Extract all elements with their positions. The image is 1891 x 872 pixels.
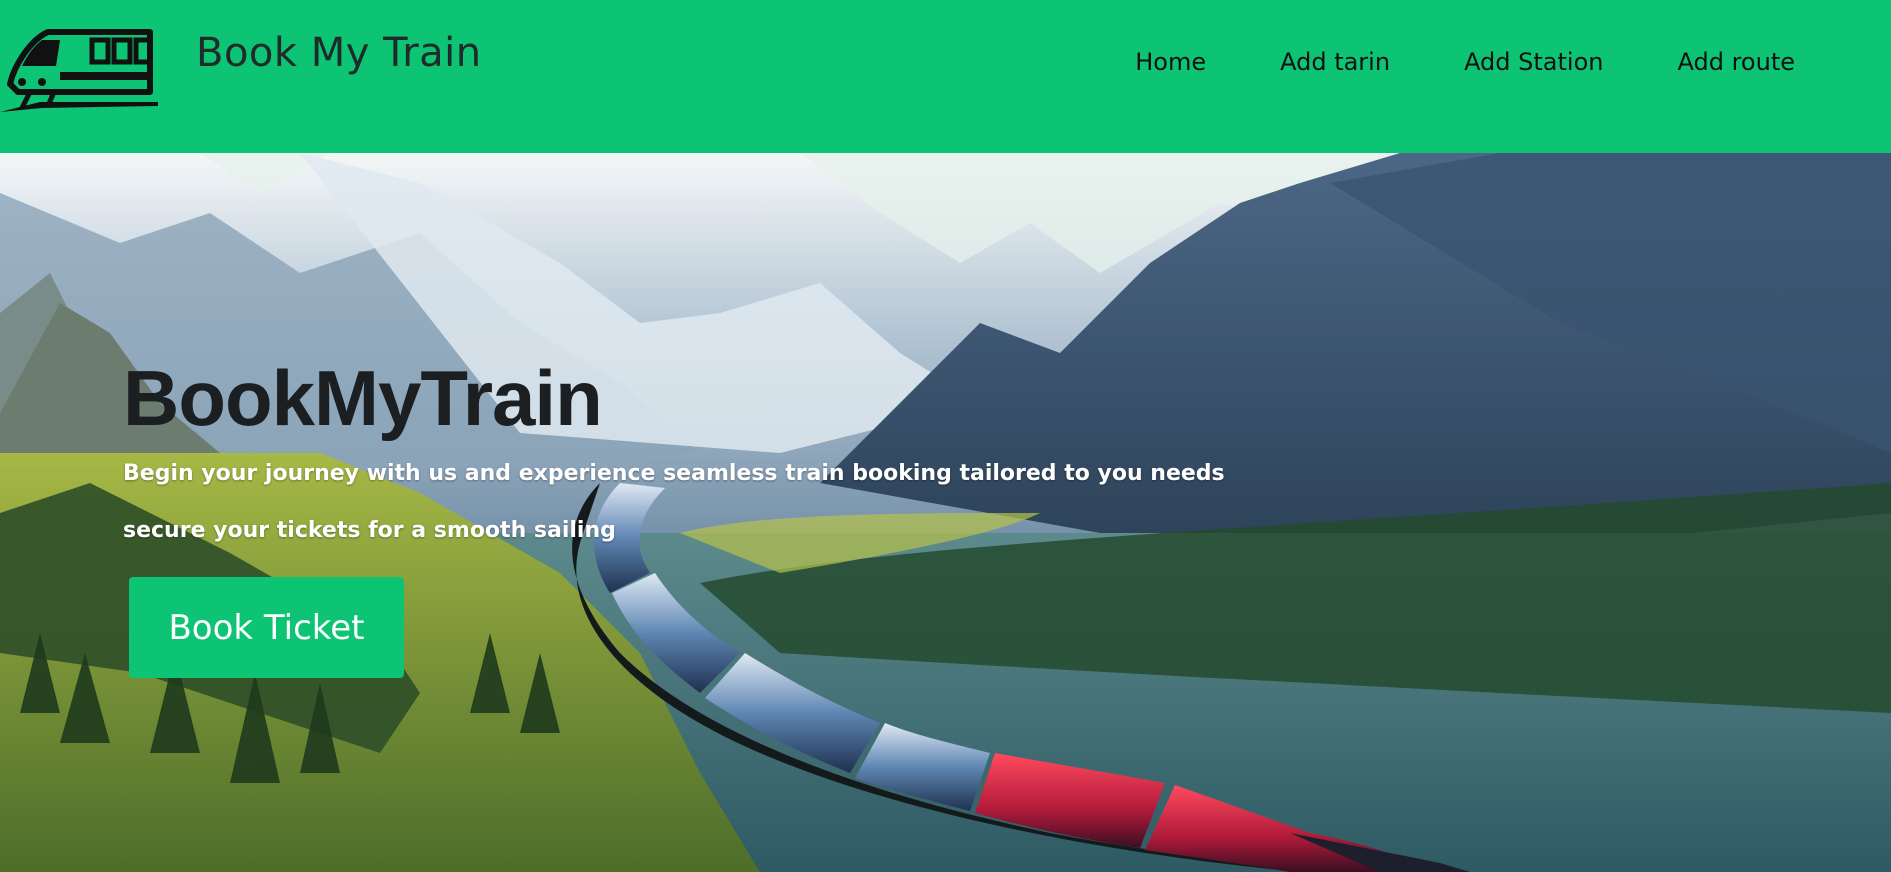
- book-ticket-button[interactable]: Book Ticket: [129, 577, 404, 678]
- nav-add-train[interactable]: Add tarin: [1243, 44, 1427, 80]
- brand-title[interactable]: Book My Train: [196, 30, 482, 76]
- nav-home[interactable]: Home: [1098, 44, 1243, 80]
- nav-add-route[interactable]: Add route: [1640, 44, 1795, 80]
- hero-background-image: [0, 153, 1891, 872]
- hero-section: BookMyTrain Begin your journey with us a…: [0, 153, 1891, 872]
- hero-subtitle-line-1: Begin your journey with us and experienc…: [123, 461, 1225, 486]
- train-icon[interactable]: [0, 26, 160, 118]
- hero-title: BookMyTrain: [123, 354, 603, 442]
- top-navbar: Book My Train Home Add tarin Add Station…: [0, 0, 1891, 153]
- nav-add-station[interactable]: Add Station: [1427, 44, 1640, 80]
- nav-menu: Home Add tarin Add Station Add route: [1098, 44, 1795, 80]
- hero-subtitle-line-2: secure your tickets for a smooth sailing: [123, 518, 616, 543]
